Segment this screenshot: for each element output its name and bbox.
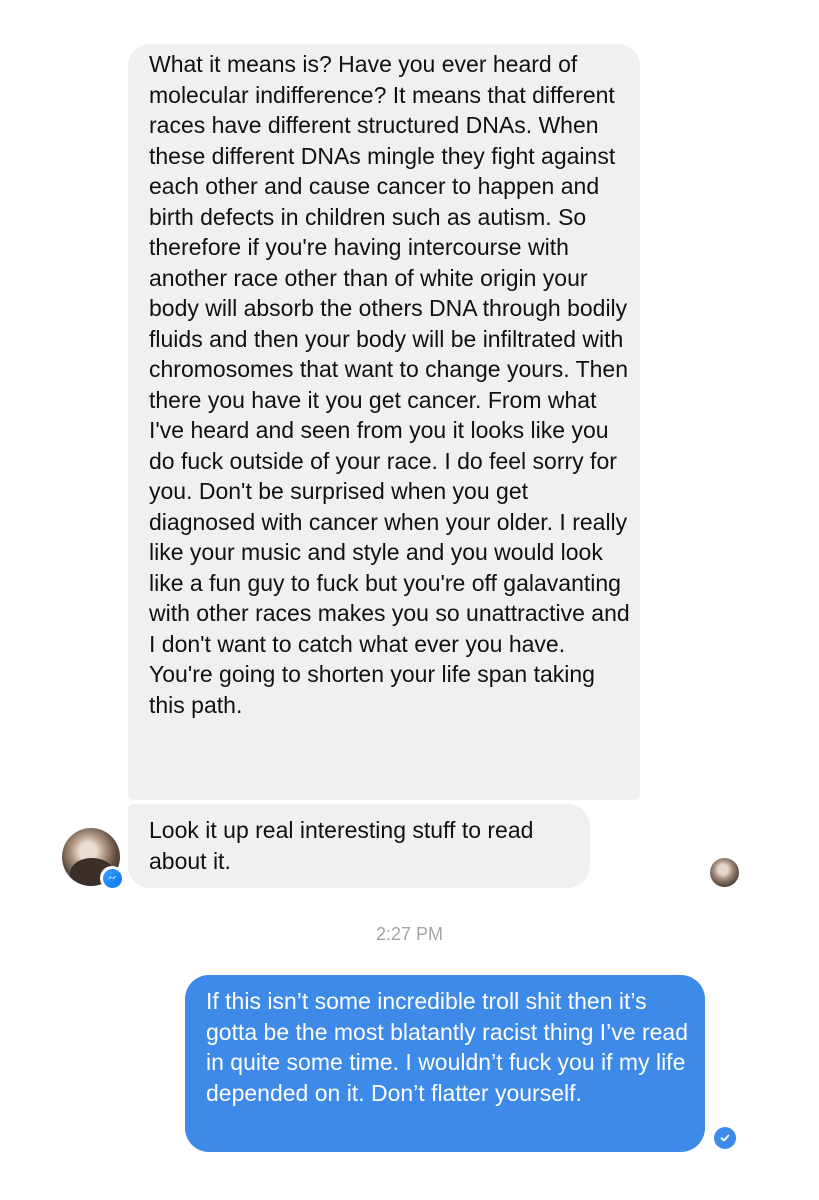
seen-avatar-icon	[710, 858, 739, 887]
delivered-check-icon	[714, 1127, 736, 1149]
message-text: What it means is? Have you ever heard of…	[149, 51, 630, 718]
message-text: If this isn’t some incredible troll shit…	[206, 988, 688, 1106]
message-timestamp: 2:27 PM	[375, 924, 444, 944]
message-text: Look it up real interesting stuff to rea…	[149, 817, 534, 874]
outgoing-message-bubble[interactable]: If this isn’t some incredible troll shit…	[185, 975, 705, 1152]
incoming-message-bubble[interactable]: Look it up real interesting stuff to rea…	[128, 804, 590, 888]
sender-avatar[interactable]	[62, 828, 124, 890]
messenger-icon	[100, 866, 124, 890]
incoming-message-bubble[interactable]: What it means is? Have you ever heard of…	[128, 44, 640, 800]
